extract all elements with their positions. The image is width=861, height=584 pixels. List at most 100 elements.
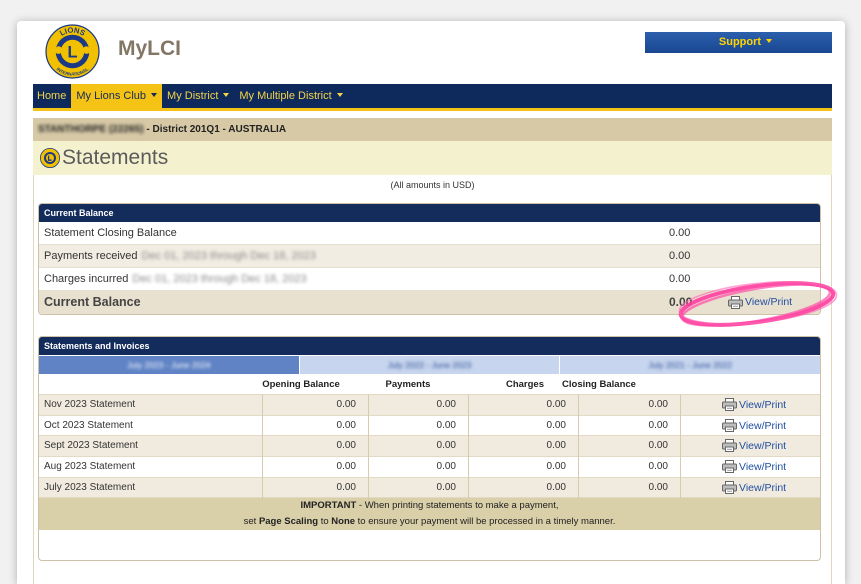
column-header-opening-balance: Opening Balance [262,379,340,390]
statement-row: Nov 2023 Statement 0.00 0.00 0.00 0.00 V… [39,395,820,416]
printer-icon[interactable] [722,439,737,453]
view-print-action: View/Print [681,457,820,478]
closing-balance-value: 0.00 [579,457,681,479]
table-header: Opening Balance Payments Charges Closing… [39,374,820,395]
current-balance-panel: Current Balance Statement Closing Balanc… [38,203,821,315]
view-print-action: View/Print [681,416,820,437]
nav-my-district[interactable]: My District [162,84,234,108]
statement-name: July 2023 Statement [39,477,263,499]
nav-my-multiple-district-label: My Multiple District [239,90,332,102]
page-card: L LIONS INTERNATIONAL MyLCI Support Home… [17,21,845,584]
charges-value: 0.00 [469,395,579,416]
statement-row: July 2023 Statement 0.00 0.00 0.00 0.00 … [39,477,820,499]
notice-line-2: set Page Scaling to None to ensure your … [39,514,820,530]
notice-page-scaling: Page Scaling [258,516,319,528]
printer-icon[interactable] [722,418,737,432]
view-print-action: View/Print [681,436,820,457]
breadcrumb: STANTHORPE (22265) - District 201Q1 - AUS… [33,118,832,141]
view-print-link[interactable]: View/Print [739,461,786,473]
logo-letter: L [68,44,78,62]
current-balance-total-row: Current Balance 0.00 View/Print [39,291,820,314]
view-print-action: View/Print [681,395,820,416]
lions-emblem-icon [39,147,61,169]
statement-row: Aug 2023 Statement 0.00 0.00 0.00 0.00 V… [39,457,820,479]
tab-label: July 2023 - June 2024 [127,360,211,370]
current-balance-heading: Current Balance [39,204,820,222]
printer-icon[interactable] [722,480,737,494]
currency-note: (All amounts in USD) [390,180,475,190]
page-title: Statements [62,146,169,169]
opening-balance-value: 0.00 [263,415,369,437]
statement-row: Oct 2023 Statement 0.00 0.00 0.00 0.00 V… [39,415,820,437]
support-label: Support [718,36,762,48]
balance-row-label: Charges incurred [44,273,129,285]
view-print-action: View/Print [681,478,820,499]
tab-label: July 2021 - June 2022 [648,360,732,370]
balance-row-value: 0.00 [669,227,691,239]
page-title-bar: Statements [33,141,832,175]
printer-icon[interactable] [722,397,737,411]
fiscal-year-tabs: July 2023 - June 2024 July 2022 - June 2… [39,356,820,374]
payments-value: 0.00 [369,415,469,437]
payments-value: 0.00 [369,477,469,499]
balance-row-period: Dec 01, 2023 through Dec 18, 2023 [132,273,307,285]
balance-row-value: 0.00 [669,273,691,285]
statement-name: Aug 2023 Statement [39,457,263,479]
support-menu-button[interactable]: Support [645,32,832,53]
lions-logo[interactable]: L LIONS INTERNATIONAL [45,24,100,79]
notice-text: set [243,516,259,528]
nav-underline [33,108,832,111]
notice-text: to [318,516,332,528]
balance-row: Payments received Dec 01, 2023 through De… [39,245,820,268]
notice-line-1: IMPORTANT - When printing statements to … [39,498,820,514]
balance-row-value: 0.00 [669,250,691,262]
statement-name: Nov 2023 Statement [39,395,263,416]
charges-value: 0.00 [469,436,579,458]
closing-balance-value: 0.00 [579,415,681,437]
app-title[interactable]: MyLCI [118,35,181,63]
notice-text: - When printing statements to make a pay… [356,500,559,512]
charges-value: 0.00 [469,477,579,499]
notice-important: IMPORTANT [300,500,357,512]
charges-value: 0.00 [469,415,579,437]
notice-none: None [331,516,356,528]
payments-value: 0.00 [369,436,469,458]
closing-balance-value: 0.00 [579,477,681,499]
caret-down-icon [336,93,343,98]
payments-value: 0.00 [369,457,469,479]
tab-july-2023-june-2024[interactable]: July 2023 - June 2024 [39,356,300,374]
nav-home[interactable]: Home [33,84,71,108]
tab-july-2021-june-2022[interactable]: July 2021 - June 2022 [560,356,820,374]
balance-row-label: Statement Closing Balance [44,227,177,239]
statement-row: Sept 2023 Statement 0.00 0.00 0.00 0.00 … [39,436,820,458]
printer-icon[interactable] [722,459,737,473]
statement-name: Sept 2023 Statement [39,436,263,458]
opening-balance-value: 0.00 [263,436,369,458]
nav-my-lions-club[interactable]: My Lions Club [71,84,163,111]
view-print-link[interactable]: View/Print [739,482,786,494]
tab-july-2022-june-2023[interactable]: July 2022 - June 2023 [299,356,561,374]
opening-balance-value: 0.00 [263,395,369,416]
tab-label: July 2022 - June 2023 [387,360,472,370]
closing-balance-value: 0.00 [579,436,681,458]
view-print-link[interactable]: View/Print [739,399,786,411]
balance-row-label: Payments received [44,250,138,262]
printing-notice: IMPORTANT - When printing statements to … [39,498,820,531]
balance-row: Statement Closing Balance 0.00 [39,222,820,245]
printer-icon[interactable] [728,295,743,309]
club-name: STANTHORPE (22265) [38,124,144,135]
view-print-link[interactable]: View/Print [745,296,792,308]
opening-balance-value: 0.00 [263,457,369,479]
nav-my-multiple-district[interactable]: My Multiple District [234,84,347,108]
current-balance-view-print: View/Print [728,291,792,314]
view-print-link[interactable]: View/Print [739,420,786,432]
column-header-payments: Payments [385,379,431,390]
balance-row-period: Dec 01, 2023 through Dec 18, 2023 [141,250,316,262]
view-print-link[interactable]: View/Print [739,440,786,452]
main-nav: Home My Lions Club My District My Multip… [33,84,832,111]
statements-panel: Statements and Invoices July 2023 - June… [38,336,821,561]
current-balance-total-label: Current Balance [44,295,141,309]
closing-balance-value: 0.00 [579,395,681,416]
caret-down-icon [223,93,230,98]
caret-down-icon [151,93,158,98]
